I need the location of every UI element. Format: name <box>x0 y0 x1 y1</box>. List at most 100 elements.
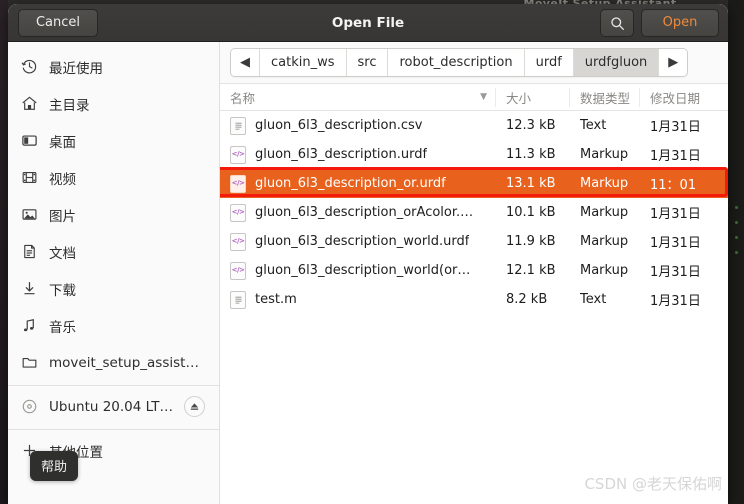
markup-file-icon: </> <box>230 174 246 193</box>
file-name: gluon_6l3_description_orAcolor.… <box>255 205 474 220</box>
sidebar-item-ubuntu-disc[interactable]: Ubuntu 20.04 LT… <box>8 388 219 425</box>
recent-clock-icon <box>20 58 38 76</box>
sidebar-item-label: moveit_setup_assistant <box>49 354 201 371</box>
file-size: 13.1 kB <box>506 176 556 191</box>
open-button[interactable]: Open <box>641 9 719 37</box>
file-date: 1月31日 <box>650 265 701 280</box>
eject-icon <box>189 397 200 416</box>
help-tooltip: 帮助 <box>30 451 79 481</box>
sidebar-item-desktop[interactable]: 桌面 <box>8 122 219 159</box>
file-type: Markup <box>580 176 629 191</box>
desktop-background: MoveIt Setup Assistant Cancel Open File … <box>0 0 744 504</box>
sidebar-item-label: 图片 <box>49 208 76 225</box>
file-date: 1月31日 <box>650 149 701 164</box>
column-header-size[interactable]: 大小 <box>496 87 570 107</box>
file-name: gluon_6l3_description.urdf <box>255 147 428 162</box>
file-size: 11.9 kB <box>506 234 556 249</box>
text-file-icon <box>230 116 246 135</box>
column-header-name-label: 名称 <box>230 90 256 106</box>
file-date: 11：01 <box>650 178 697 193</box>
places-sidebar: 最近使用 主目录 桌面 视频 图片 文档 下载 音乐 moveit_setup_… <box>8 42 220 504</box>
column-header-name[interactable]: 名称 ▼ <box>220 87 496 107</box>
sidebar-item-label: 文档 <box>49 245 76 262</box>
table-row[interactable]: </> gluon_6l3_description_world.urdf 11.… <box>220 227 728 256</box>
sidebar-item-pictures[interactable]: 图片 <box>8 196 219 233</box>
file-name: gluon_6l3_description_or.urdf <box>255 176 446 191</box>
file-name: gluon_6l3_description.csv <box>255 118 423 133</box>
table-row[interactable]: </> gluon_6l3_description_orAcolor.… 10.… <box>220 198 728 227</box>
file-name-cell: </> gluon_6l3_description.urdf <box>220 145 496 164</box>
breadcrumb-item-robot-description[interactable]: robot_description <box>388 49 525 76</box>
desktop-icon <box>20 132 38 150</box>
file-size: 10.1 kB <box>506 205 556 220</box>
file-date: 1月31日 <box>650 236 701 251</box>
file-size: 12.3 kB <box>506 118 556 133</box>
file-name-cell: gluon_6l3_description.csv <box>220 116 496 135</box>
file-name: test.m <box>255 292 297 307</box>
search-button[interactable] <box>600 9 634 37</box>
markup-file-icon: </> <box>230 232 246 251</box>
download-arrow-icon <box>20 280 38 298</box>
breadcrumb-item-src[interactable]: src <box>346 49 389 76</box>
sidebar-item-label: 音乐 <box>49 319 76 336</box>
breadcrumb-back-button[interactable]: ◀ <box>231 49 260 76</box>
file-type: Text <box>580 118 607 133</box>
file-name-cell: </> gluon_6l3_description_world.urdf <box>220 232 496 251</box>
sidebar-item-label: 主目录 <box>49 97 90 114</box>
breadcrumb: ◀ catkin_ws src robot_description urdf u… <box>220 42 728 84</box>
disc-icon <box>20 398 38 416</box>
breadcrumb-item-urdfgluon[interactable]: urdfgluon <box>573 49 660 76</box>
file-name-cell: test.m <box>220 290 496 309</box>
file-type: Markup <box>580 263 629 278</box>
sidebar-item-moveit-setup-assistant[interactable]: moveit_setup_assistant <box>8 344 219 381</box>
file-date: 1月31日 <box>650 207 701 222</box>
file-name-cell: </> gluon_6l3_description_world(or… <box>220 261 496 280</box>
sort-descending-icon: ▼ <box>480 92 487 102</box>
search-icon <box>610 16 625 31</box>
sidebar-item-label: 下载 <box>49 282 76 299</box>
text-file-icon <box>230 290 246 309</box>
sidebar-item-documents[interactable]: 文档 <box>8 233 219 270</box>
table-row-selected[interactable]: </> gluon_6l3_description_or.urdf 13.1 k… <box>220 169 728 198</box>
sidebar-item-recent[interactable]: 最近使用 <box>8 48 219 85</box>
breadcrumb-item-urdf[interactable]: urdf <box>524 49 574 76</box>
markup-file-icon: </> <box>230 261 246 280</box>
sidebar-item-downloads[interactable]: 下载 <box>8 270 219 307</box>
breadcrumb-forward-button[interactable]: ▶ <box>659 49 688 76</box>
column-header-type[interactable]: 数据类型 <box>570 87 640 107</box>
sidebar-item-label: 视频 <box>49 171 76 188</box>
table-row[interactable]: test.m 8.2 kB Text 1月31日 <box>220 285 728 314</box>
sidebar-item-home[interactable]: 主目录 <box>8 85 219 122</box>
desktop-left-strip <box>0 0 8 504</box>
image-picture-icon <box>20 206 38 224</box>
music-note-icon <box>20 317 38 335</box>
sidebar-item-label: 桌面 <box>49 134 76 151</box>
file-list[interactable]: gluon_6l3_description.csv 12.3 kB Text 1… <box>220 111 728 504</box>
file-name-cell: </> gluon_6l3_description_orAcolor.… <box>220 203 496 222</box>
table-row[interactable]: gluon_6l3_description.csv 12.3 kB Text 1… <box>220 111 728 140</box>
file-size: 11.3 kB <box>506 147 556 162</box>
home-icon <box>20 95 38 113</box>
column-header-date[interactable]: 修改日期 <box>640 88 728 107</box>
file-type: Markup <box>580 147 629 162</box>
open-file-dialog: Cancel Open File Open 最近使用 主目录 桌面 视频 图片 … <box>8 4 728 504</box>
eject-button[interactable] <box>184 396 205 417</box>
column-headers: 名称 ▼ 大小 数据类型 修改日期 <box>220 84 728 111</box>
file-type: Markup <box>580 205 629 220</box>
file-name-cell: </> gluon_6l3_description_or.urdf <box>220 174 496 193</box>
file-browser-pane: ◀ catkin_ws src robot_description urdf u… <box>220 42 728 504</box>
file-size: 12.1 kB <box>506 263 556 278</box>
sidebar-item-videos[interactable]: 视频 <box>8 159 219 196</box>
file-type: Text <box>580 292 607 307</box>
breadcrumb-item-catkin-ws[interactable]: catkin_ws <box>260 49 347 76</box>
desktop-right-strip <box>728 0 744 504</box>
file-size: 8.2 kB <box>506 292 548 307</box>
sidebar-item-music[interactable]: 音乐 <box>8 307 219 344</box>
sidebar-separator-2 <box>8 429 219 430</box>
dialog-body: 最近使用 主目录 桌面 视频 图片 文档 下载 音乐 moveit_setup_… <box>8 42 728 504</box>
breadcrumb-group: ◀ catkin_ws src robot_description urdf u… <box>230 48 689 77</box>
table-row[interactable]: </> gluon_6l3_description_world(or… 12.1… <box>220 256 728 285</box>
video-film-icon <box>20 169 38 187</box>
table-row[interactable]: </> gluon_6l3_description.urdf 11.3 kB M… <box>220 140 728 169</box>
dialog-header-bar: Cancel Open File Open <box>8 4 728 42</box>
